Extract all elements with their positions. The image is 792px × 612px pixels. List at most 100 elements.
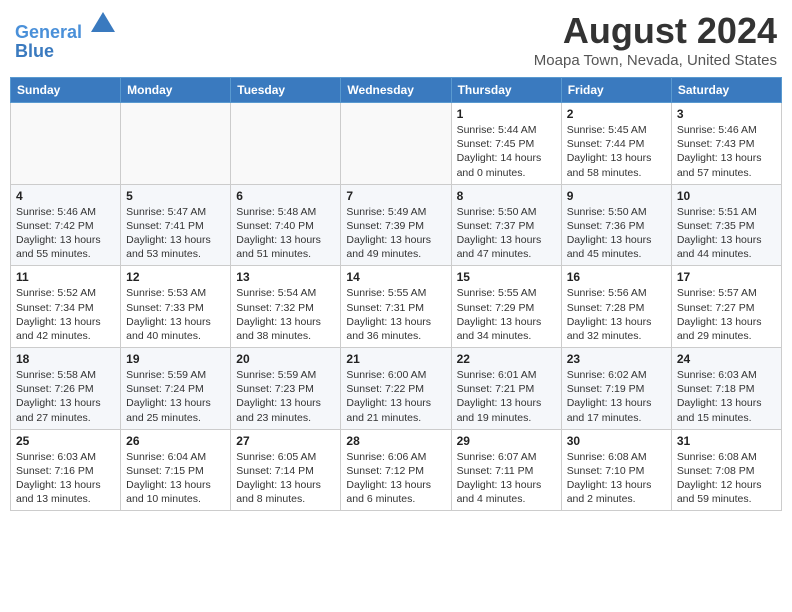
day-number: 6 — [236, 189, 335, 203]
day-number: 10 — [677, 189, 776, 203]
day-cell: 4 Sunrise: 5:46 AM Sunset: 7:42 PM Daylig… — [11, 184, 121, 266]
day-info: Sunrise: 5:51 AM Sunset: 7:35 PM Dayligh… — [677, 205, 776, 262]
day-cell: 29 Sunrise: 6:07 AM Sunset: 7:11 PM Dayli… — [451, 429, 561, 511]
day-number: 7 — [346, 189, 445, 203]
day-cell: 11 Sunrise: 5:52 AM Sunset: 7:34 PM Dayli… — [11, 266, 121, 348]
day-info: Sunrise: 5:58 AM Sunset: 7:26 PM Dayligh… — [16, 368, 115, 425]
day-number: 12 — [126, 270, 225, 284]
day-number: 30 — [567, 434, 666, 448]
weekday-sunday: Sunday — [11, 78, 121, 103]
day-cell: 30 Sunrise: 6:08 AM Sunset: 7:10 PM Dayli… — [561, 429, 671, 511]
day-number: 29 — [457, 434, 556, 448]
weekday-tuesday: Tuesday — [231, 78, 341, 103]
day-info: Sunrise: 6:05 AM Sunset: 7:14 PM Dayligh… — [236, 450, 335, 507]
day-number: 5 — [126, 189, 225, 203]
day-info: Sunrise: 5:55 AM Sunset: 7:31 PM Dayligh… — [346, 286, 445, 343]
logo-blue: Blue — [15, 41, 117, 62]
day-number: 26 — [126, 434, 225, 448]
day-number: 1 — [457, 107, 556, 121]
week-row-4: 18 Sunrise: 5:58 AM Sunset: 7:26 PM Dayli… — [11, 348, 782, 430]
day-info: Sunrise: 5:52 AM Sunset: 7:34 PM Dayligh… — [16, 286, 115, 343]
day-info: Sunrise: 5:45 AM Sunset: 7:44 PM Dayligh… — [567, 123, 666, 180]
day-cell: 1Sunrise: 5:44 AM Sunset: 7:45 PM Daylig… — [451, 103, 561, 185]
day-cell: 9 Sunrise: 5:50 AM Sunset: 7:36 PM Daylig… — [561, 184, 671, 266]
day-number: 17 — [677, 270, 776, 284]
day-number: 2 — [567, 107, 666, 121]
day-number: 28 — [346, 434, 445, 448]
day-info: Sunrise: 5:55 AM Sunset: 7:29 PM Dayligh… — [457, 286, 556, 343]
day-number: 23 — [567, 352, 666, 366]
day-info: Sunrise: 5:48 AM Sunset: 7:40 PM Dayligh… — [236, 205, 335, 262]
day-cell — [341, 103, 451, 185]
day-info: Sunrise: 5:46 AM Sunset: 7:42 PM Dayligh… — [16, 205, 115, 262]
day-info: Sunrise: 5:59 AM Sunset: 7:23 PM Dayligh… — [236, 368, 335, 425]
day-cell: 3 Sunrise: 5:46 AM Sunset: 7:43 PM Daylig… — [671, 103, 781, 185]
day-info: Sunrise: 5:50 AM Sunset: 7:36 PM Dayligh… — [567, 205, 666, 262]
weekday-header-row: SundayMondayTuesdayWednesdayThursdayFrid… — [11, 78, 782, 103]
day-number: 19 — [126, 352, 225, 366]
week-row-3: 11 Sunrise: 5:52 AM Sunset: 7:34 PM Dayli… — [11, 266, 782, 348]
day-info: Sunrise: 6:08 AM Sunset: 7:10 PM Dayligh… — [567, 450, 666, 507]
day-info: Sunrise: 6:08 AM Sunset: 7:08 PM Dayligh… — [677, 450, 776, 507]
day-info: Sunrise: 6:06 AM Sunset: 7:12 PM Dayligh… — [346, 450, 445, 507]
day-info: Sunrise: 6:07 AM Sunset: 7:11 PM Dayligh… — [457, 450, 556, 507]
day-number: 24 — [677, 352, 776, 366]
day-number: 13 — [236, 270, 335, 284]
day-number: 8 — [457, 189, 556, 203]
day-info: Sunrise: 5:59 AM Sunset: 7:24 PM Dayligh… — [126, 368, 225, 425]
day-number: 3 — [677, 107, 776, 121]
day-info: Sunrise: 6:04 AM Sunset: 7:15 PM Dayligh… — [126, 450, 225, 507]
day-cell: 12 Sunrise: 5:53 AM Sunset: 7:33 PM Dayli… — [121, 266, 231, 348]
day-cell: 26 Sunrise: 6:04 AM Sunset: 7:15 PM Dayli… — [121, 429, 231, 511]
day-number: 22 — [457, 352, 556, 366]
day-cell: 20Sunrise: 5:59 AM Sunset: 7:23 PM Dayli… — [231, 348, 341, 430]
weekday-thursday: Thursday — [451, 78, 561, 103]
day-number: 4 — [16, 189, 115, 203]
day-info: Sunrise: 5:47 AM Sunset: 7:41 PM Dayligh… — [126, 205, 225, 262]
day-number: 31 — [677, 434, 776, 448]
day-number: 18 — [16, 352, 115, 366]
day-number: 16 — [567, 270, 666, 284]
day-info: Sunrise: 6:03 AM Sunset: 7:16 PM Dayligh… — [16, 450, 115, 507]
day-number: 9 — [567, 189, 666, 203]
day-cell: 18 Sunrise: 5:58 AM Sunset: 7:26 PM Dayli… — [11, 348, 121, 430]
day-cell: 7 Sunrise: 5:49 AM Sunset: 7:39 PM Daylig… — [341, 184, 451, 266]
day-cell — [121, 103, 231, 185]
day-cell: 13 Sunrise: 5:54 AM Sunset: 7:32 PM Dayli… — [231, 266, 341, 348]
day-number: 14 — [346, 270, 445, 284]
day-info: Sunrise: 5:54 AM Sunset: 7:32 PM Dayligh… — [236, 286, 335, 343]
day-cell: 19 Sunrise: 5:59 AM Sunset: 7:24 PM Dayli… — [121, 348, 231, 430]
logo-icon — [89, 10, 117, 38]
calendar-table: SundayMondayTuesdayWednesdayThursdayFrid… — [10, 77, 782, 511]
weekday-monday: Monday — [121, 78, 231, 103]
day-cell: 23Sunrise: 6:02 AM Sunset: 7:19 PM Dayli… — [561, 348, 671, 430]
day-info: Sunrise: 5:53 AM Sunset: 7:33 PM Dayligh… — [126, 286, 225, 343]
week-row-1: 1Sunrise: 5:44 AM Sunset: 7:45 PM Daylig… — [11, 103, 782, 185]
day-info: Sunrise: 6:01 AM Sunset: 7:21 PM Dayligh… — [457, 368, 556, 425]
day-info: Sunrise: 5:57 AM Sunset: 7:27 PM Dayligh… — [677, 286, 776, 343]
day-cell: 25 Sunrise: 6:03 AM Sunset: 7:16 PM Dayli… — [11, 429, 121, 511]
logo-text: General — [15, 10, 117, 43]
day-cell: 6 Sunrise: 5:48 AM Sunset: 7:40 PM Daylig… — [231, 184, 341, 266]
day-cell: 10 Sunrise: 5:51 AM Sunset: 7:35 PM Dayli… — [671, 184, 781, 266]
day-cell: 8 Sunrise: 5:50 AM Sunset: 7:37 PM Daylig… — [451, 184, 561, 266]
day-cell: 22 Sunrise: 6:01 AM Sunset: 7:21 PM Dayli… — [451, 348, 561, 430]
page-header: General Blue August 2024 Moapa Town, Nev… — [10, 10, 782, 69]
title-block: August 2024 Moapa Town, Nevada, United S… — [534, 10, 777, 69]
day-cell: 27 Sunrise: 6:05 AM Sunset: 7:14 PM Dayli… — [231, 429, 341, 511]
day-number: 11 — [16, 270, 115, 284]
weekday-wednesday: Wednesday — [341, 78, 451, 103]
day-number: 27 — [236, 434, 335, 448]
day-info: Sunrise: 5:50 AM Sunset: 7:37 PM Dayligh… — [457, 205, 556, 262]
day-number: 25 — [16, 434, 115, 448]
day-cell: 16Sunrise: 5:56 AM Sunset: 7:28 PM Dayli… — [561, 266, 671, 348]
day-cell: 28 Sunrise: 6:06 AM Sunset: 7:12 PM Dayli… — [341, 429, 451, 511]
day-info: Sunrise: 5:49 AM Sunset: 7:39 PM Dayligh… — [346, 205, 445, 262]
day-info: Sunrise: 6:00 AM Sunset: 7:22 PM Dayligh… — [346, 368, 445, 425]
day-cell — [11, 103, 121, 185]
day-cell: 24Sunrise: 6:03 AM Sunset: 7:18 PM Dayli… — [671, 348, 781, 430]
day-cell: 21 Sunrise: 6:00 AM Sunset: 7:22 PM Dayli… — [341, 348, 451, 430]
day-info: Sunrise: 5:46 AM Sunset: 7:43 PM Dayligh… — [677, 123, 776, 180]
day-cell: 31 Sunrise: 6:08 AM Sunset: 7:08 PM Dayli… — [671, 429, 781, 511]
day-number: 21 — [346, 352, 445, 366]
